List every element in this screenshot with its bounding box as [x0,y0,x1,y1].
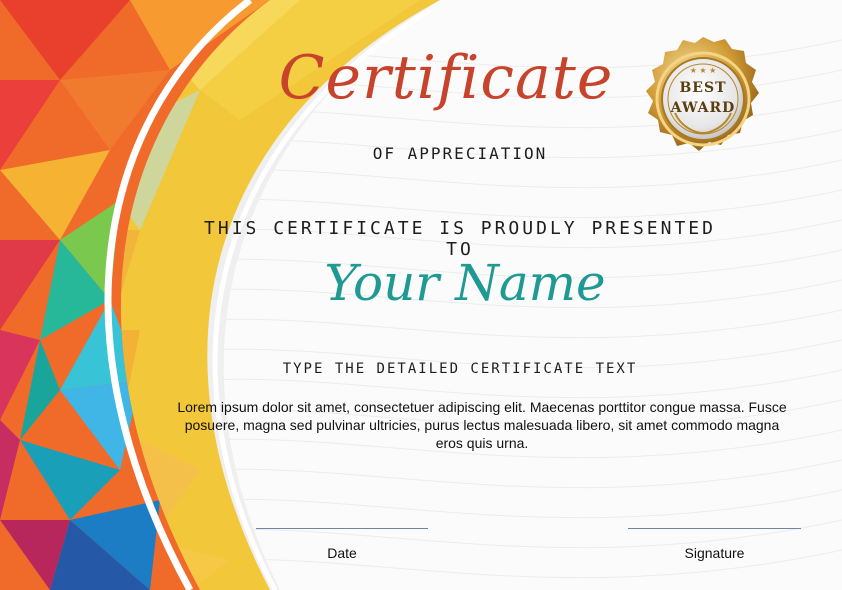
certificate-page: Certificate OF APPRECIATION ★ ★ ★ BEST A… [0,0,842,590]
svg-text:★ ★ ★: ★ ★ ★ [690,66,717,75]
certificate-subtitle: OF APPRECIATION [372,144,548,163]
date-line [256,528,428,529]
date-label: Date [327,545,357,561]
signature-label: Signature [684,545,745,561]
certificate-body-text: Lorem ipsum dolor sit amet, consectetuer… [177,399,787,451]
badge-medal-icon: ★ ★ ★ [646,37,759,151]
certificate-title: Certificate [278,43,614,113]
badge-line-best: BEST [679,80,727,96]
best-award-badge: ★ ★ ★ BEST AWARD [633,34,773,164]
recipient-name: Your Name [324,254,606,312]
badge-line-award: AWARD [670,100,736,116]
detail-heading: TYPE THE DETAILED CERTIFICATE TEXT [282,361,638,377]
signature-line [628,528,801,529]
